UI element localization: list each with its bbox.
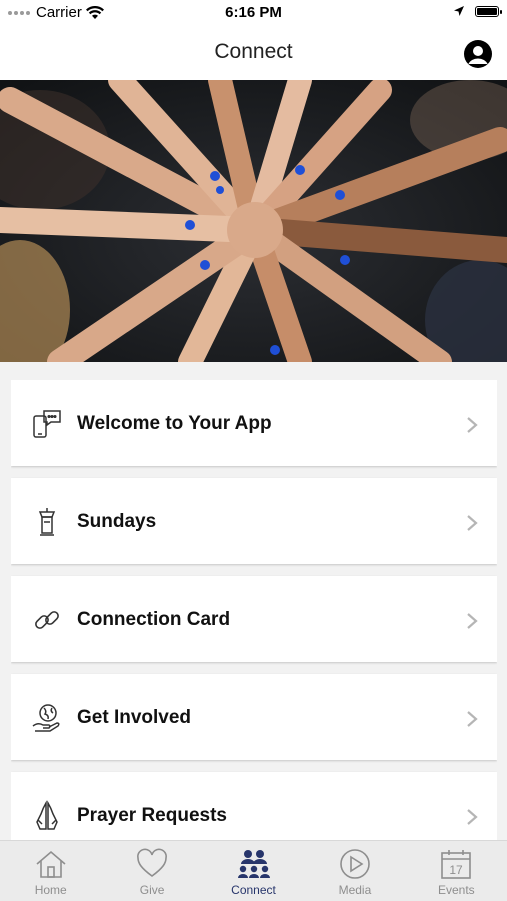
- menu-list: Welcome to Your App Sundays Connection C…: [11, 380, 497, 840]
- chevron-right-icon: [467, 809, 478, 825]
- chevron-right-icon: [467, 515, 478, 531]
- tab-give[interactable]: Give: [101, 841, 202, 901]
- status-bar: Carrier 6:16 PM: [0, 0, 507, 26]
- tab-connect[interactable]: Connect: [203, 841, 304, 901]
- people-icon: [237, 850, 270, 878]
- menu-item-label: Get Involved: [77, 707, 192, 728]
- menu-item-get-involved[interactable]: Get Involved: [11, 674, 497, 760]
- praying-hands-icon: [36, 800, 58, 830]
- tab-media[interactable]: Media: [304, 841, 405, 901]
- menu-item-label: Prayer Requests: [77, 805, 227, 826]
- tab-label: Home: [34, 883, 67, 897]
- globe-hand-icon: [32, 704, 60, 732]
- heart-icon: [137, 848, 168, 877]
- pulpit-icon: [38, 508, 56, 536]
- chevron-right-icon: [467, 417, 478, 433]
- tab-events[interactable]: 17 Events: [406, 841, 507, 901]
- menu-item-sundays[interactable]: Sundays: [11, 478, 497, 564]
- menu-item-connection-card[interactable]: Connection Card: [11, 576, 497, 662]
- menu-item-prayer-requests[interactable]: Prayer Requests: [11, 772, 497, 840]
- hero-image: [0, 80, 507, 362]
- status-time: 6:16 PM: [225, 4, 282, 21]
- menu-item-welcome[interactable]: Welcome to Your App: [11, 380, 497, 466]
- profile-icon[interactable]: [464, 40, 492, 68]
- chevron-right-icon: [467, 711, 478, 727]
- page-title: Connect: [214, 40, 293, 63]
- tab-home[interactable]: Home: [0, 841, 101, 901]
- chat-phone-icon: [33, 410, 61, 438]
- chevron-right-icon: [467, 613, 478, 629]
- nav-bar: Connect: [0, 26, 507, 80]
- tab-label: Give: [139, 883, 165, 897]
- menu-item-label: Sundays: [77, 511, 157, 532]
- menu-item-label: Welcome to Your App: [77, 413, 272, 434]
- tab-bar: Home Give Connect Media 17 Events: [0, 840, 507, 901]
- location-arrow-icon: [454, 6, 464, 16]
- calendar-icon: 17: [441, 850, 472, 879]
- calendar-day: 17: [450, 863, 464, 877]
- menu-item-label: Connection Card: [77, 609, 231, 630]
- battery-icon: [475, 5, 502, 17]
- link-icon: [35, 611, 59, 629]
- play-icon: [340, 849, 370, 879]
- home-icon: [36, 850, 66, 878]
- tab-label: Connect: [231, 883, 276, 897]
- tab-label: Media: [338, 883, 372, 897]
- tab-label: Events: [437, 883, 475, 897]
